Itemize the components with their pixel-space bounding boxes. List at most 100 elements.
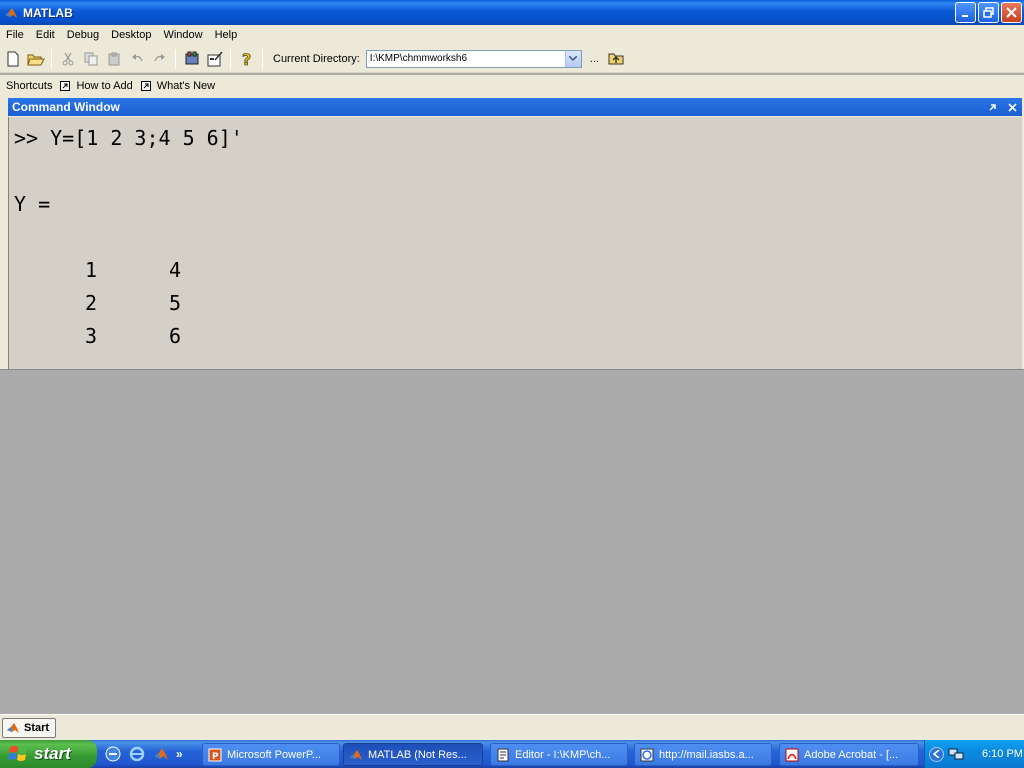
new-file-icon [7, 51, 19, 66]
cut-button[interactable] [57, 48, 79, 70]
undo-button[interactable] [126, 48, 148, 70]
browse-directory-button[interactable]: ... [590, 53, 599, 65]
folder-up-icon [608, 53, 624, 65]
task-matlab[interactable]: MATLAB (Not Res... [343, 743, 483, 766]
toolbar-divider [51, 48, 52, 69]
toolbar-divider [230, 48, 231, 69]
output-variable-line: Y = [14, 192, 51, 216]
menu-desktop[interactable]: Desktop [105, 25, 157, 45]
guide-icon [207, 51, 223, 66]
current-directory-value[interactable]: I:\KMP\chmmworksh6 [367, 53, 467, 64]
paste-button[interactable] [103, 48, 125, 70]
simulink-icon [185, 51, 199, 64]
quick-launch: » [104, 745, 183, 763]
title-bar[interactable]: MATLAB [0, 0, 1024, 25]
toolbar-divider [262, 48, 263, 69]
network-icon[interactable] [948, 747, 964, 761]
matlab-start-strip: Start [0, 714, 1024, 740]
menu-window[interactable]: Window [157, 25, 208, 45]
paste-icon [108, 52, 120, 65]
menu-debug[interactable]: Debug [61, 25, 105, 45]
redo-icon [154, 53, 165, 61]
undock-arrow-icon [988, 103, 996, 111]
menu-file[interactable]: File [0, 25, 30, 45]
shortcuts-label: Shortcuts [6, 80, 53, 92]
command-window-close-button[interactable] [1006, 101, 1018, 113]
matrix-value: 3 [85, 324, 98, 348]
task-acrobat[interactable]: Adobe Acrobat - [... [779, 743, 919, 766]
matlab-start-label: Start [24, 721, 50, 734]
chevron-left-icon [933, 750, 940, 758]
redo-button[interactable] [149, 48, 171, 70]
command-window-title: Command Window [12, 100, 120, 114]
start-label: start [34, 744, 71, 763]
internet-explorer-icon[interactable] [128, 745, 146, 763]
task-editor[interactable]: Editor - I:\KMP\ch... [490, 743, 628, 766]
show-hidden-icons-button[interactable] [929, 746, 944, 762]
current-directory-label: Current Directory: [273, 52, 360, 65]
matrix-value: 5 [169, 291, 182, 315]
help-button[interactable]: ? [236, 48, 258, 70]
web-page-icon [640, 748, 654, 762]
acrobat-icon [785, 748, 799, 762]
shortcut-label: What's New [156, 80, 216, 92]
task-label: Adobe Acrobat - [... [804, 748, 899, 761]
matrix-value: 2 [85, 291, 98, 315]
task-label: Editor - I:\KMP\ch... [515, 748, 611, 761]
shortcuts-bar: Shortcuts How to Add What's New [0, 75, 1024, 97]
task-label: http://mail.iasbs.a... [659, 748, 754, 761]
editor-icon [496, 748, 510, 762]
matrix-value: 4 [169, 258, 182, 282]
svg-text:?: ? [242, 50, 251, 68]
restore-icon [983, 7, 994, 18]
matlab-launch-icon[interactable] [152, 745, 170, 763]
menu-help[interactable]: Help [209, 25, 244, 45]
copy-button[interactable] [80, 48, 102, 70]
matrix-value: 6 [169, 324, 182, 348]
close-button[interactable] [1001, 2, 1022, 23]
new-file-button[interactable] [2, 48, 24, 70]
matlab-desktop: MATLAB File Edit Debug Desktop Window He… [0, 0, 1024, 768]
svg-text:P: P [212, 752, 219, 762]
matlab-logo-icon [349, 748, 363, 762]
menu-bar: File Edit Debug Desktop Window Help [0, 25, 1024, 45]
guide-button[interactable] [204, 48, 226, 70]
shortcut-whats-new[interactable]: What's New [140, 80, 216, 92]
task-powerpoint[interactable]: P Microsoft PowerP... [202, 743, 340, 766]
show-desktop-icon[interactable] [104, 745, 122, 763]
command-window-titlebar[interactable]: Command Window [8, 98, 1022, 116]
task-label: Microsoft PowerP... [227, 748, 321, 761]
matlab-logo-icon [5, 7, 17, 18]
task-browser[interactable]: http://mail.iasbs.a... [634, 743, 772, 766]
task-label: MATLAB (Not Res... [368, 748, 467, 761]
shortcut-arrow-icon [60, 81, 71, 91]
matrix-value: 1 [85, 258, 98, 282]
command-input-line: >> Y=[1 2 3;4 5 6]' [14, 126, 243, 150]
open-file-button[interactable] [25, 48, 47, 70]
parent-directory-button[interactable] [605, 48, 627, 70]
powerpoint-icon: P [208, 748, 222, 762]
clock[interactable]: 6:10 PM [982, 748, 1023, 760]
simulink-button[interactable] [181, 48, 203, 70]
current-directory-dropdown[interactable] [564, 50, 581, 67]
current-directory-combo[interactable]: I:\KMP\chmmworksh6 [365, 49, 582, 68]
matlab-start-button[interactable]: Start [2, 717, 57, 738]
scissors-icon [62, 52, 74, 65]
toolbar-divider [175, 48, 176, 69]
toolbar: ? Current Directory: I:\KMP\chmmworksh6 … [0, 45, 1024, 73]
shortcut-arrow-icon [140, 81, 151, 91]
minimize-button[interactable] [955, 2, 976, 23]
minimize-icon [962, 15, 968, 17]
undock-button[interactable] [986, 101, 998, 113]
matlab-logo-icon [7, 722, 19, 733]
question-mark-icon: ? [242, 50, 252, 68]
restore-button[interactable] [978, 2, 999, 23]
shortcut-how-to-add[interactable]: How to Add [60, 80, 133, 92]
menu-edit[interactable]: Edit [30, 25, 61, 45]
quick-launch-more-icon[interactable]: » [176, 747, 183, 761]
chevron-down-icon [569, 56, 578, 61]
windows-logo-icon [8, 746, 27, 761]
command-window-output[interactable]: >> Y=[1 2 3;4 5 6]' Y = 1 4 2 5 3 6 [8, 117, 1022, 369]
taskbar: start » P Microsoft PowerP... MATLAB (No… [0, 740, 1024, 768]
start-button[interactable]: start [0, 740, 97, 768]
